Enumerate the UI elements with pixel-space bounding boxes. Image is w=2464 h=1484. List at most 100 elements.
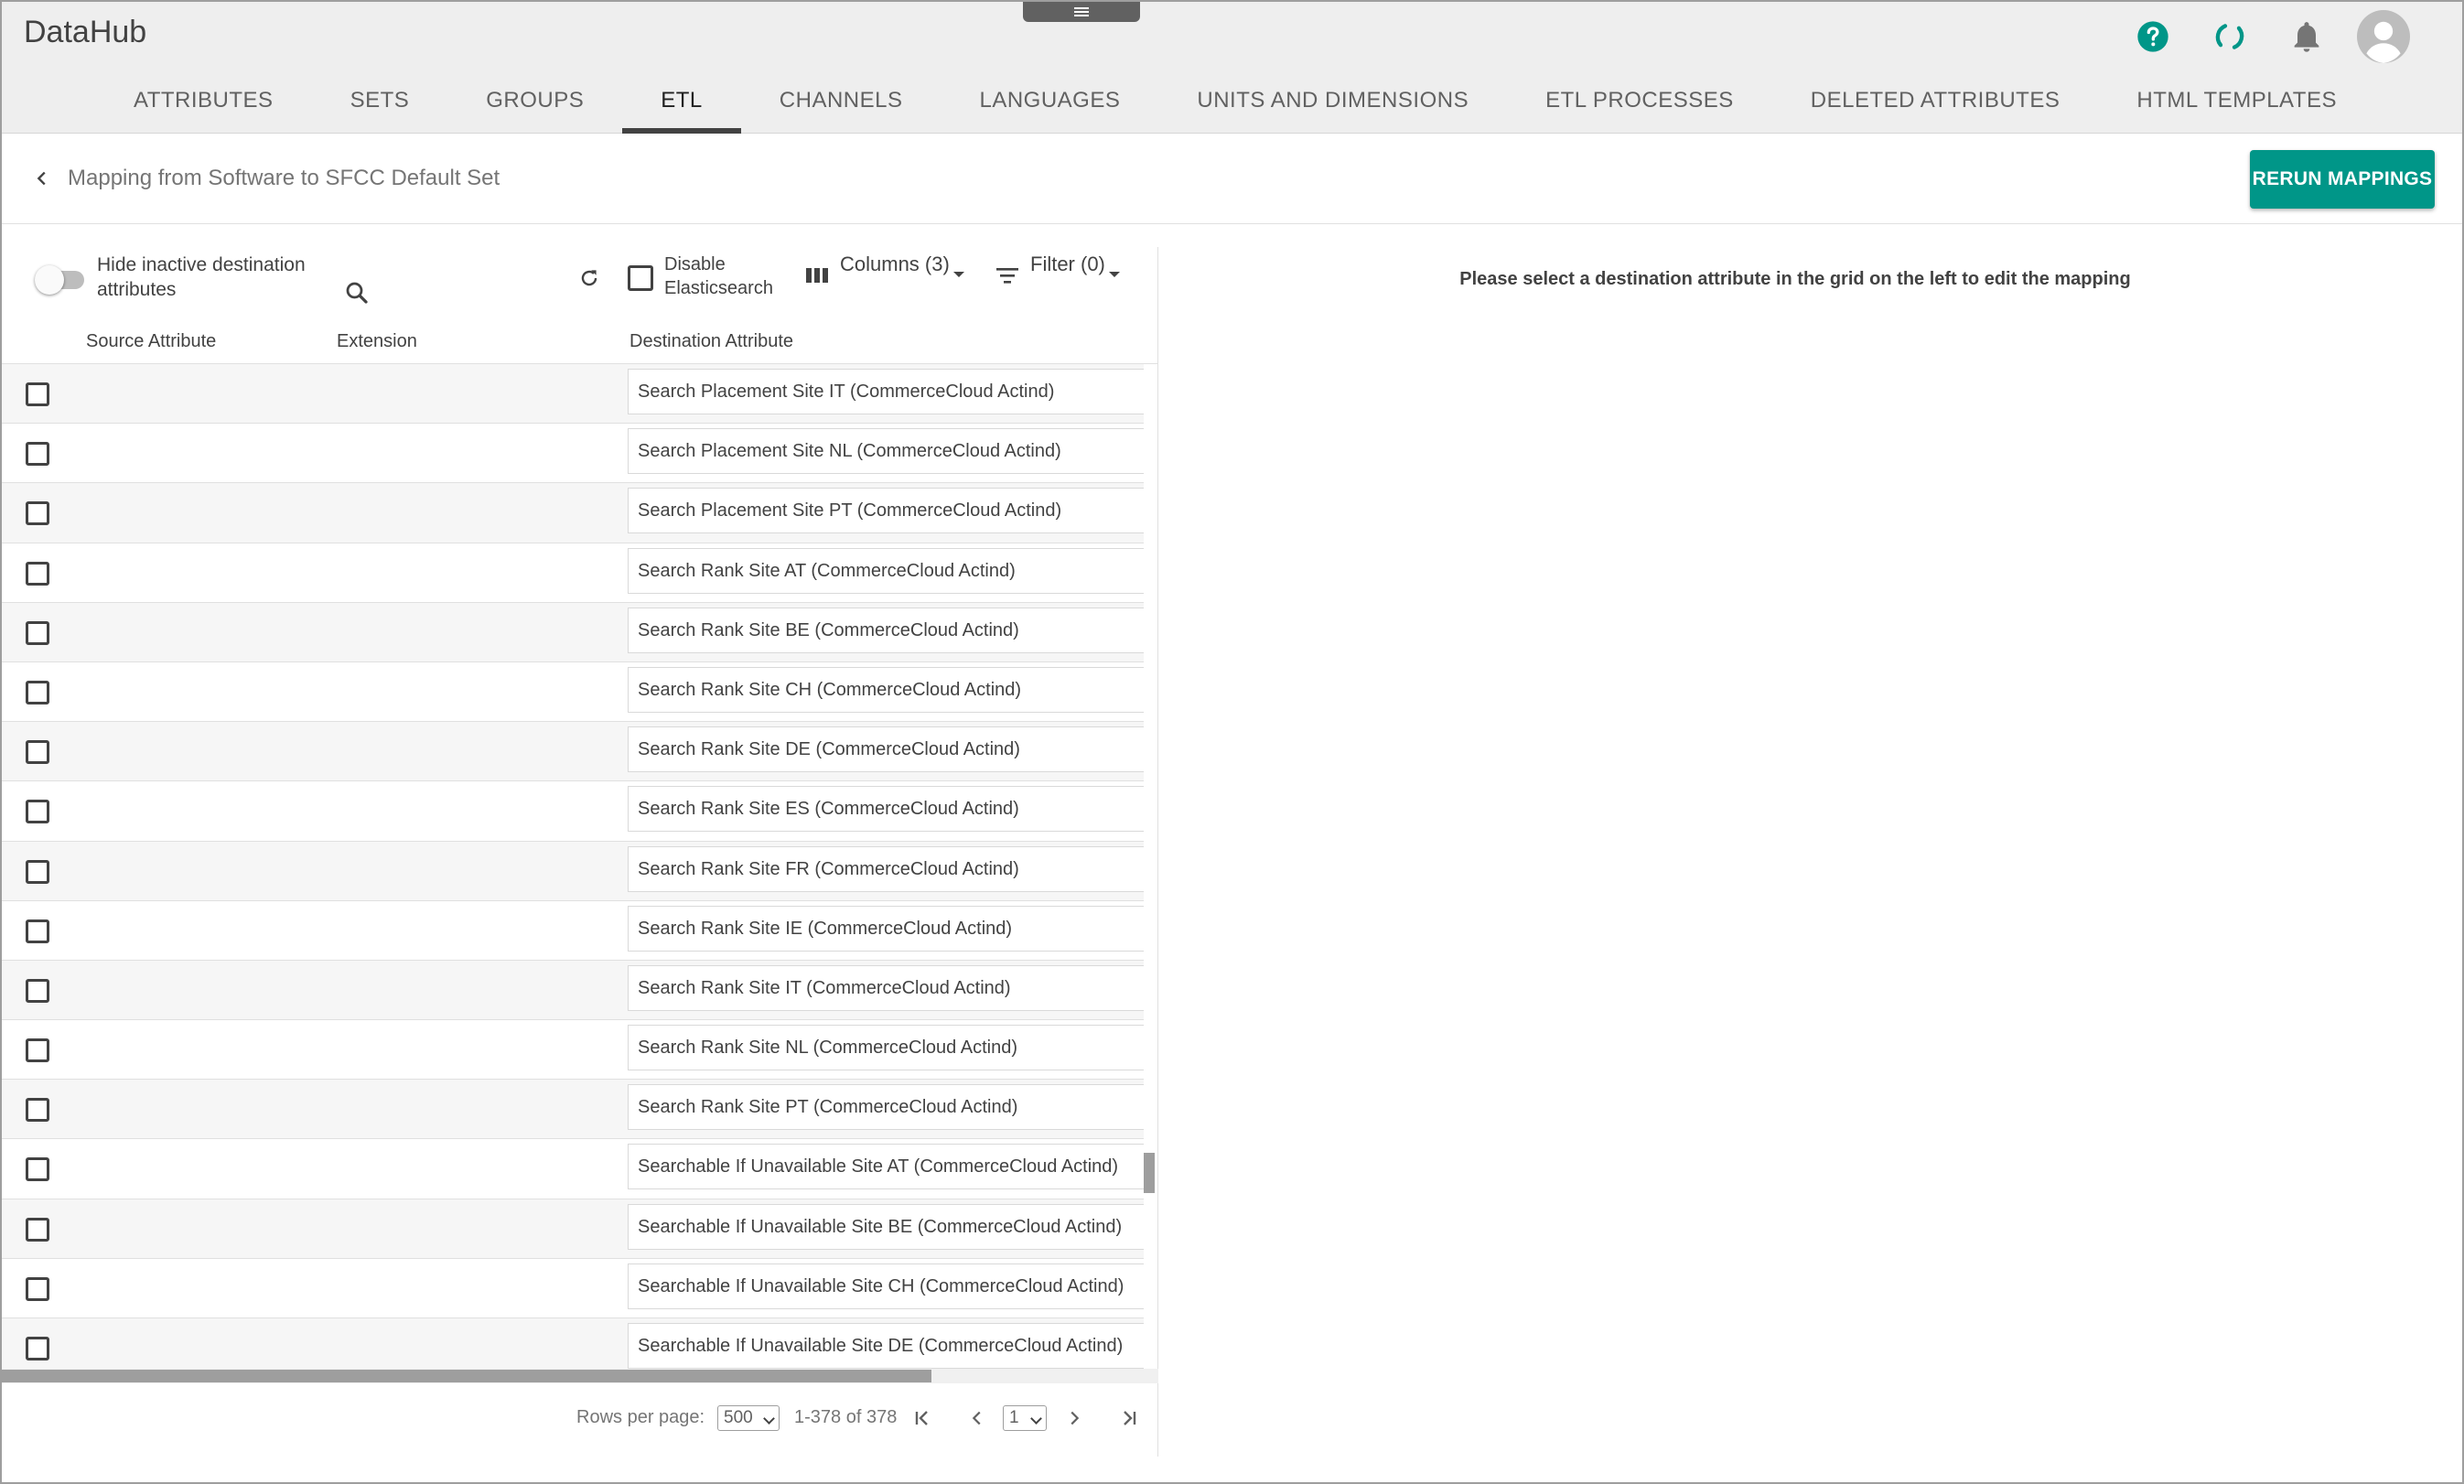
row-checkbox[interactable] [26, 442, 49, 467]
table-row[interactable]: Searchable If Unavailable Site CH (Comme… [2, 1259, 1144, 1318]
tab-etl[interactable]: ETL [622, 70, 741, 134]
columns-label: Columns (3) [840, 253, 950, 275]
page-select[interactable]: 1 [1003, 1405, 1047, 1431]
table-row[interactable]: Search Rank Site NL (CommerceCloud Actin… [2, 1020, 1144, 1081]
next-page-button[interactable] [1058, 1402, 1091, 1435]
row-checkbox[interactable] [26, 1337, 49, 1360]
tab-deleted-attributes[interactable]: DELETED ATTRIBUTES [1772, 70, 2099, 134]
destination-attribute-cell[interactable]: Search Rank Site AT (CommerceCloud Actin… [628, 547, 1144, 594]
rows-per-page-select[interactable]: 500 [717, 1405, 780, 1431]
destination-attribute-cell[interactable]: Search Rank Site IE (CommerceCloud Actin… [628, 905, 1144, 952]
help-button[interactable] [2125, 9, 2180, 64]
user-menu-button[interactable] [2356, 9, 2411, 64]
columns-icon [806, 268, 828, 283]
row-checkbox[interactable] [26, 800, 49, 824]
rerun-mappings-button[interactable]: RERUN MAPPINGS [2250, 150, 2435, 209]
table-row[interactable]: Search Rank Site PT (CommerceCloud Actin… [2, 1080, 1144, 1140]
destination-attribute-cell[interactable]: Searchable If Unavailable Site AT (Comme… [628, 1144, 1144, 1190]
row-checkbox[interactable] [26, 501, 49, 526]
app-window: DataHub ATTRIBUTES SETS GROUPS ETL CHANN… [0, 0, 2464, 1484]
row-checkbox[interactable] [26, 859, 49, 884]
app-title: DataHub [24, 15, 147, 49]
row-checkbox[interactable] [26, 740, 49, 765]
table-row[interactable]: Searchable If Unavailable Site AT (Comme… [2, 1139, 1144, 1199]
page-range: 1-378 of 378 [794, 1407, 898, 1427]
search-button[interactable] [339, 274, 375, 311]
destination-attribute-cell[interactable]: Search Rank Site DE (CommerceCloud Actin… [628, 726, 1144, 773]
sync-button[interactable] [2202, 9, 2257, 64]
previous-page-button[interactable] [961, 1402, 994, 1435]
last-page-button[interactable] [1113, 1402, 1146, 1435]
table-row[interactable]: Searchable If Unavailable Site BE (Comme… [2, 1199, 1144, 1259]
table-row[interactable]: Search Placement Site PT (CommerceCloud … [2, 483, 1144, 543]
row-checkbox[interactable] [26, 1276, 49, 1301]
grid-body: Search Placement Site IT (CommerceCloud … [2, 364, 1144, 1374]
disable-elasticsearch-checkbox[interactable] [628, 265, 653, 291]
row-checkbox[interactable] [26, 978, 49, 1003]
row-checkbox[interactable] [26, 620, 49, 645]
table-row[interactable]: Search Rank Site DE (CommerceCloud Actin… [2, 722, 1144, 782]
table-row[interactable]: Search Rank Site IE (CommerceCloud Actin… [2, 901, 1144, 961]
vertical-scrollbar[interactable] [1144, 1153, 1155, 1193]
table-row[interactable]: Search Rank Site CH (CommerceCloud Actin… [2, 662, 1144, 723]
destination-attribute-cell[interactable]: Search Rank Site BE (CommerceCloud Actin… [628, 607, 1144, 653]
table-row[interactable]: Search Placement Site NL (CommerceCloud … [2, 424, 1144, 484]
help-icon [2137, 21, 2168, 52]
table-row[interactable]: Search Rank Site ES (CommerceCloud Actin… [2, 781, 1144, 842]
destination-attribute-cell[interactable]: Search Rank Site IT (CommerceCloud Actin… [628, 964, 1144, 1011]
destination-attribute-cell[interactable]: Search Placement Site IT (CommerceCloud … [628, 369, 1144, 414]
columns-button[interactable]: Columns (3) [803, 253, 968, 300]
table-row[interactable]: Search Rank Site BE (CommerceCloud Actin… [2, 602, 1144, 662]
destination-attribute-cell[interactable]: Searchable If Unavailable Site CH (Comme… [628, 1263, 1144, 1309]
row-checkbox[interactable] [26, 919, 49, 943]
column-header-extension[interactable]: Extension [337, 331, 417, 352]
menu-handle[interactable] [1023, 2, 1140, 22]
hide-inactive-label: Hide inactive destination attributes [97, 254, 306, 300]
rows-per-page-label: Rows per page: [576, 1407, 705, 1427]
destination-attribute-cell[interactable]: Searchable If Unavailable Site BE (Comme… [628, 1203, 1144, 1250]
destination-attribute-cell[interactable]: Search Placement Site NL (CommerceCloud … [628, 428, 1144, 475]
row-checkbox[interactable] [26, 1157, 49, 1182]
search-icon [346, 282, 368, 304]
destination-attribute-cell[interactable]: Search Rank Site NL (CommerceCloud Actin… [628, 1025, 1144, 1071]
destination-attribute-cell[interactable]: Search Rank Site FR (CommerceCloud Actin… [628, 845, 1144, 892]
tab-units-and-dimensions[interactable]: UNITS AND DIMENSIONS [1158, 70, 1507, 134]
row-checkbox[interactable] [26, 680, 49, 704]
chevron-left-icon [972, 1411, 981, 1425]
table-row[interactable]: Search Placement Site IT (CommerceCloud … [2, 364, 1144, 425]
table-row[interactable]: Search Rank Site FR (CommerceCloud Actin… [2, 841, 1144, 901]
row-checkbox[interactable] [26, 561, 49, 586]
mapping-grid-panel: Hide inactive destination attributes Dis… [2, 247, 1158, 1457]
table-row[interactable]: Search Rank Site IT (CommerceCloud Actin… [2, 960, 1144, 1021]
tab-sets[interactable]: SETS [312, 70, 448, 134]
table-row[interactable]: Search Rank Site AT (CommerceCloud Actin… [2, 543, 1144, 603]
bell-icon [2294, 22, 2319, 52]
destination-attribute-cell[interactable]: Search Rank Site PT (CommerceCloud Actin… [628, 1084, 1144, 1131]
row-checkbox[interactable] [26, 382, 49, 406]
tab-html-templates[interactable]: HTML TEMPLATES [2098, 70, 2375, 134]
row-checkbox[interactable] [26, 1217, 49, 1242]
destination-attribute-cell[interactable]: Searchable If Unavailable Site DE (Comme… [628, 1323, 1144, 1369]
destination-attribute-cell[interactable]: Search Rank Site CH (CommerceCloud Actin… [628, 666, 1144, 713]
tab-attributes[interactable]: ATTRIBUTES [95, 70, 312, 134]
column-header-source[interactable]: Source Attribute [86, 331, 216, 352]
destination-attribute-cell[interactable]: Search Placement Site PT (CommerceCloud … [628, 488, 1144, 534]
first-page-button[interactable] [906, 1402, 939, 1435]
table-row[interactable]: Searchable If Unavailable Site DE (Comme… [2, 1318, 1144, 1374]
row-checkbox[interactable] [26, 1038, 49, 1063]
filter-button[interactable]: Filter (0) [994, 253, 1131, 300]
hide-inactive-toggle[interactable] [35, 265, 86, 295]
row-checkbox[interactable] [26, 1098, 49, 1123]
tab-channels[interactable]: CHANNELS [741, 70, 941, 134]
tab-languages[interactable]: LANGUAGES [941, 70, 1158, 134]
sync-icon [2215, 24, 2244, 49]
top-bar: DataHub ATTRIBUTES SETS GROUPS ETL CHANN… [2, 2, 2462, 134]
tab-groups[interactable]: GROUPS [447, 70, 622, 134]
notifications-button[interactable] [2279, 9, 2334, 64]
destination-attribute-cell[interactable]: Search Rank Site ES (CommerceCloud Actin… [628, 786, 1144, 833]
horizontal-scrollbar[interactable] [2, 1370, 931, 1382]
back-button[interactable] [26, 160, 59, 197]
tab-etl-processes[interactable]: ETL PROCESSES [1507, 70, 1772, 134]
column-header-destination[interactable]: Destination Attribute [629, 331, 793, 352]
refresh-button[interactable] [573, 262, 606, 295]
